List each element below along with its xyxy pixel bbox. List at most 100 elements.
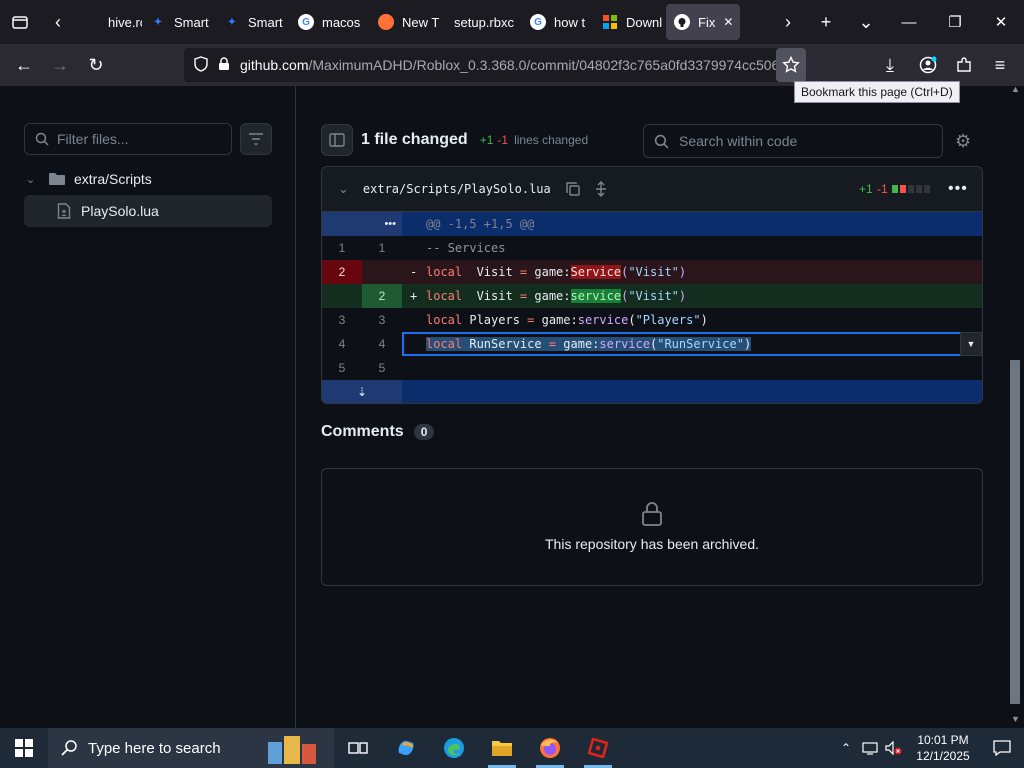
- diff-line[interactable]: 2 + local Visit = game:service("Visit"): [322, 284, 982, 308]
- tree-folder-extra-scripts[interactable]: ⌄ extra/Scripts: [24, 163, 272, 195]
- browser-tab[interactable]: Ghow t: [522, 4, 594, 40]
- search-highlight-shopping-icon: [268, 732, 326, 764]
- file-options-kebab-icon[interactable]: •••: [948, 180, 968, 198]
- code-token: (: [628, 313, 636, 327]
- new-line-number[interactable]: 3: [362, 308, 402, 332]
- old-line-number[interactable]: [322, 284, 362, 308]
- notification-center-icon[interactable]: [980, 740, 1024, 756]
- browser-tab[interactable]: ✦ Smart: [216, 4, 290, 40]
- firefox-view-icon[interactable]: [0, 0, 40, 44]
- taskbar-clock[interactable]: 10:01 PM 12/1/2025: [906, 732, 980, 764]
- browser-tab[interactable]: hive.ro: [76, 4, 142, 40]
- new-line-number[interactable]: 1: [362, 236, 402, 260]
- list-all-tabs-icon[interactable]: ⌄: [846, 0, 886, 44]
- new-line-number[interactable]: 2: [362, 284, 402, 308]
- tracking-protection-icon[interactable]: [194, 55, 208, 75]
- toggle-file-tree-button[interactable]: [321, 124, 353, 156]
- copilot-icon[interactable]: [382, 728, 430, 768]
- forward-icon[interactable]: →: [42, 47, 78, 83]
- new-line-number[interactable]: 5: [362, 356, 402, 380]
- scroll-down-arrow-icon[interactable]: ▼: [1011, 714, 1020, 724]
- code-token: service: [577, 313, 629, 327]
- search-within-code-input[interactable]: Search within code: [643, 124, 943, 158]
- collapse-file-chevron-icon[interactable]: ⌄: [338, 181, 349, 197]
- diff-line[interactable]: 1 1 -- Services: [322, 236, 982, 260]
- page-scrollbar[interactable]: ▲ ▼: [1006, 84, 1024, 728]
- close-window-icon[interactable]: ✕: [978, 0, 1024, 44]
- code-token: =: [548, 337, 557, 351]
- file-explorer-icon[interactable]: [478, 728, 526, 768]
- bird-icon: ✦: [153, 16, 163, 28]
- code-line: local Players = game:service("Players"): [426, 313, 708, 327]
- tabs-scroll-right-icon[interactable]: ›: [770, 0, 806, 44]
- lock-icon[interactable]: [218, 56, 230, 74]
- file-path[interactable]: extra/Scripts/PlaySolo.lua: [363, 182, 551, 196]
- minimize-icon[interactable]: —: [886, 0, 932, 44]
- browser-tab[interactable]: Gmacos: [290, 4, 370, 40]
- expand-up-icon[interactable]: •••: [322, 212, 402, 236]
- restore-icon[interactable]: ❐: [932, 0, 978, 44]
- code-token: Visit: [462, 289, 520, 303]
- code-token: local: [426, 265, 463, 279]
- task-view-icon[interactable]: [334, 728, 382, 768]
- browser-tab[interactable]: New T: [370, 4, 446, 40]
- new-line-number[interactable]: [362, 260, 402, 284]
- volume-muted-icon[interactable]: [882, 741, 906, 755]
- copy-path-icon[interactable]: [565, 181, 581, 197]
- back-icon[interactable]: ←: [6, 47, 42, 83]
- bookmark-star-icon[interactable]: [776, 48, 806, 82]
- tab-label: Smart: [174, 14, 209, 30]
- browser-tab[interactable]: setup.rbxc: [446, 4, 522, 40]
- tabs-scroll-left-icon[interactable]: ‹: [40, 0, 76, 44]
- diff-line[interactable]: 55: [322, 356, 982, 380]
- scroll-up-arrow-icon[interactable]: ▲: [1011, 84, 1020, 94]
- close-tab-icon[interactable]: ✕: [723, 15, 733, 29]
- tree-file-playsolo[interactable]: PlaySolo.lua: [24, 195, 272, 227]
- diff-line[interactable]: 4 4 local RunService = game:service("RunSe…: [322, 332, 982, 356]
- roblox-studio-icon[interactable]: [574, 728, 622, 768]
- code-token: local: [426, 337, 463, 351]
- show-hidden-icons-chevron-icon[interactable]: ⌃: [834, 741, 858, 755]
- browser-tab[interactable]: Downl: [594, 4, 666, 40]
- code-token: ): [743, 337, 752, 351]
- hunk-header-row: ••• @@ -1,5 +1,5 @@: [322, 212, 982, 236]
- github-icon: [674, 14, 690, 30]
- network-icon[interactable]: [858, 741, 882, 755]
- scrollbar-thumb[interactable]: [1010, 360, 1020, 704]
- expand-down-icon[interactable]: ⇣: [322, 380, 402, 403]
- browser-tab[interactable]: Fix ✕: [666, 4, 740, 40]
- windows-icon: [602, 14, 618, 30]
- diff-line[interactable]: 2 - local Visit = game:Service("Visit"): [322, 260, 982, 284]
- filter-button[interactable]: [240, 123, 272, 155]
- new-tab-icon[interactable]: +: [806, 0, 846, 44]
- diff-lines: 1 1 -- Services 2- local Visit = game:Servic…: [322, 236, 982, 380]
- account-icon[interactable]: [910, 47, 946, 83]
- old-line-number[interactable]: 3: [322, 308, 362, 332]
- windows-start-icon[interactable]: [0, 728, 48, 768]
- line-menu-dropdown-icon[interactable]: ▼: [960, 332, 982, 356]
- url-host: github.com: [240, 57, 309, 73]
- edge-icon[interactable]: [430, 728, 478, 768]
- folder-label: extra/Scripts: [74, 171, 152, 187]
- firefox-icon[interactable]: [526, 728, 574, 768]
- diff-settings-gear-icon[interactable]: ⚙: [955, 131, 971, 152]
- reload-icon[interactable]: ↻: [78, 47, 114, 83]
- google-icon: G: [298, 14, 314, 30]
- extensions-icon[interactable]: [946, 47, 982, 83]
- app-menu-icon[interactable]: ≡: [982, 47, 1018, 83]
- downloads-icon[interactable]: ⤓: [872, 47, 908, 83]
- url-bar[interactable]: github.com/MaximumADHD/Roblox_0.3.368.0/…: [184, 48, 806, 82]
- new-line-number[interactable]: 4: [362, 332, 402, 356]
- taskbar-search-box[interactable]: Type here to search: [48, 728, 334, 768]
- old-line-number[interactable]: 4: [322, 332, 362, 356]
- browser-tab[interactable]: ✦ Smart: [142, 4, 216, 40]
- old-line-number[interactable]: 2: [322, 260, 362, 284]
- filter-files-input[interactable]: Filter files...: [24, 123, 232, 155]
- code-token: -- Services: [426, 241, 506, 255]
- code-token: "Players": [635, 313, 701, 327]
- browser-tab-bar: ‹ hive.ro ✦ Smart ✦ Smart Gmacos New T setup.rb…: [0, 0, 1024, 44]
- expand-all-icon[interactable]: [593, 181, 609, 197]
- diff-line[interactable]: 3 3 local Players = game:service("Players"…: [322, 308, 982, 332]
- old-line-number[interactable]: 5: [322, 356, 362, 380]
- old-line-number[interactable]: 1: [322, 236, 362, 260]
